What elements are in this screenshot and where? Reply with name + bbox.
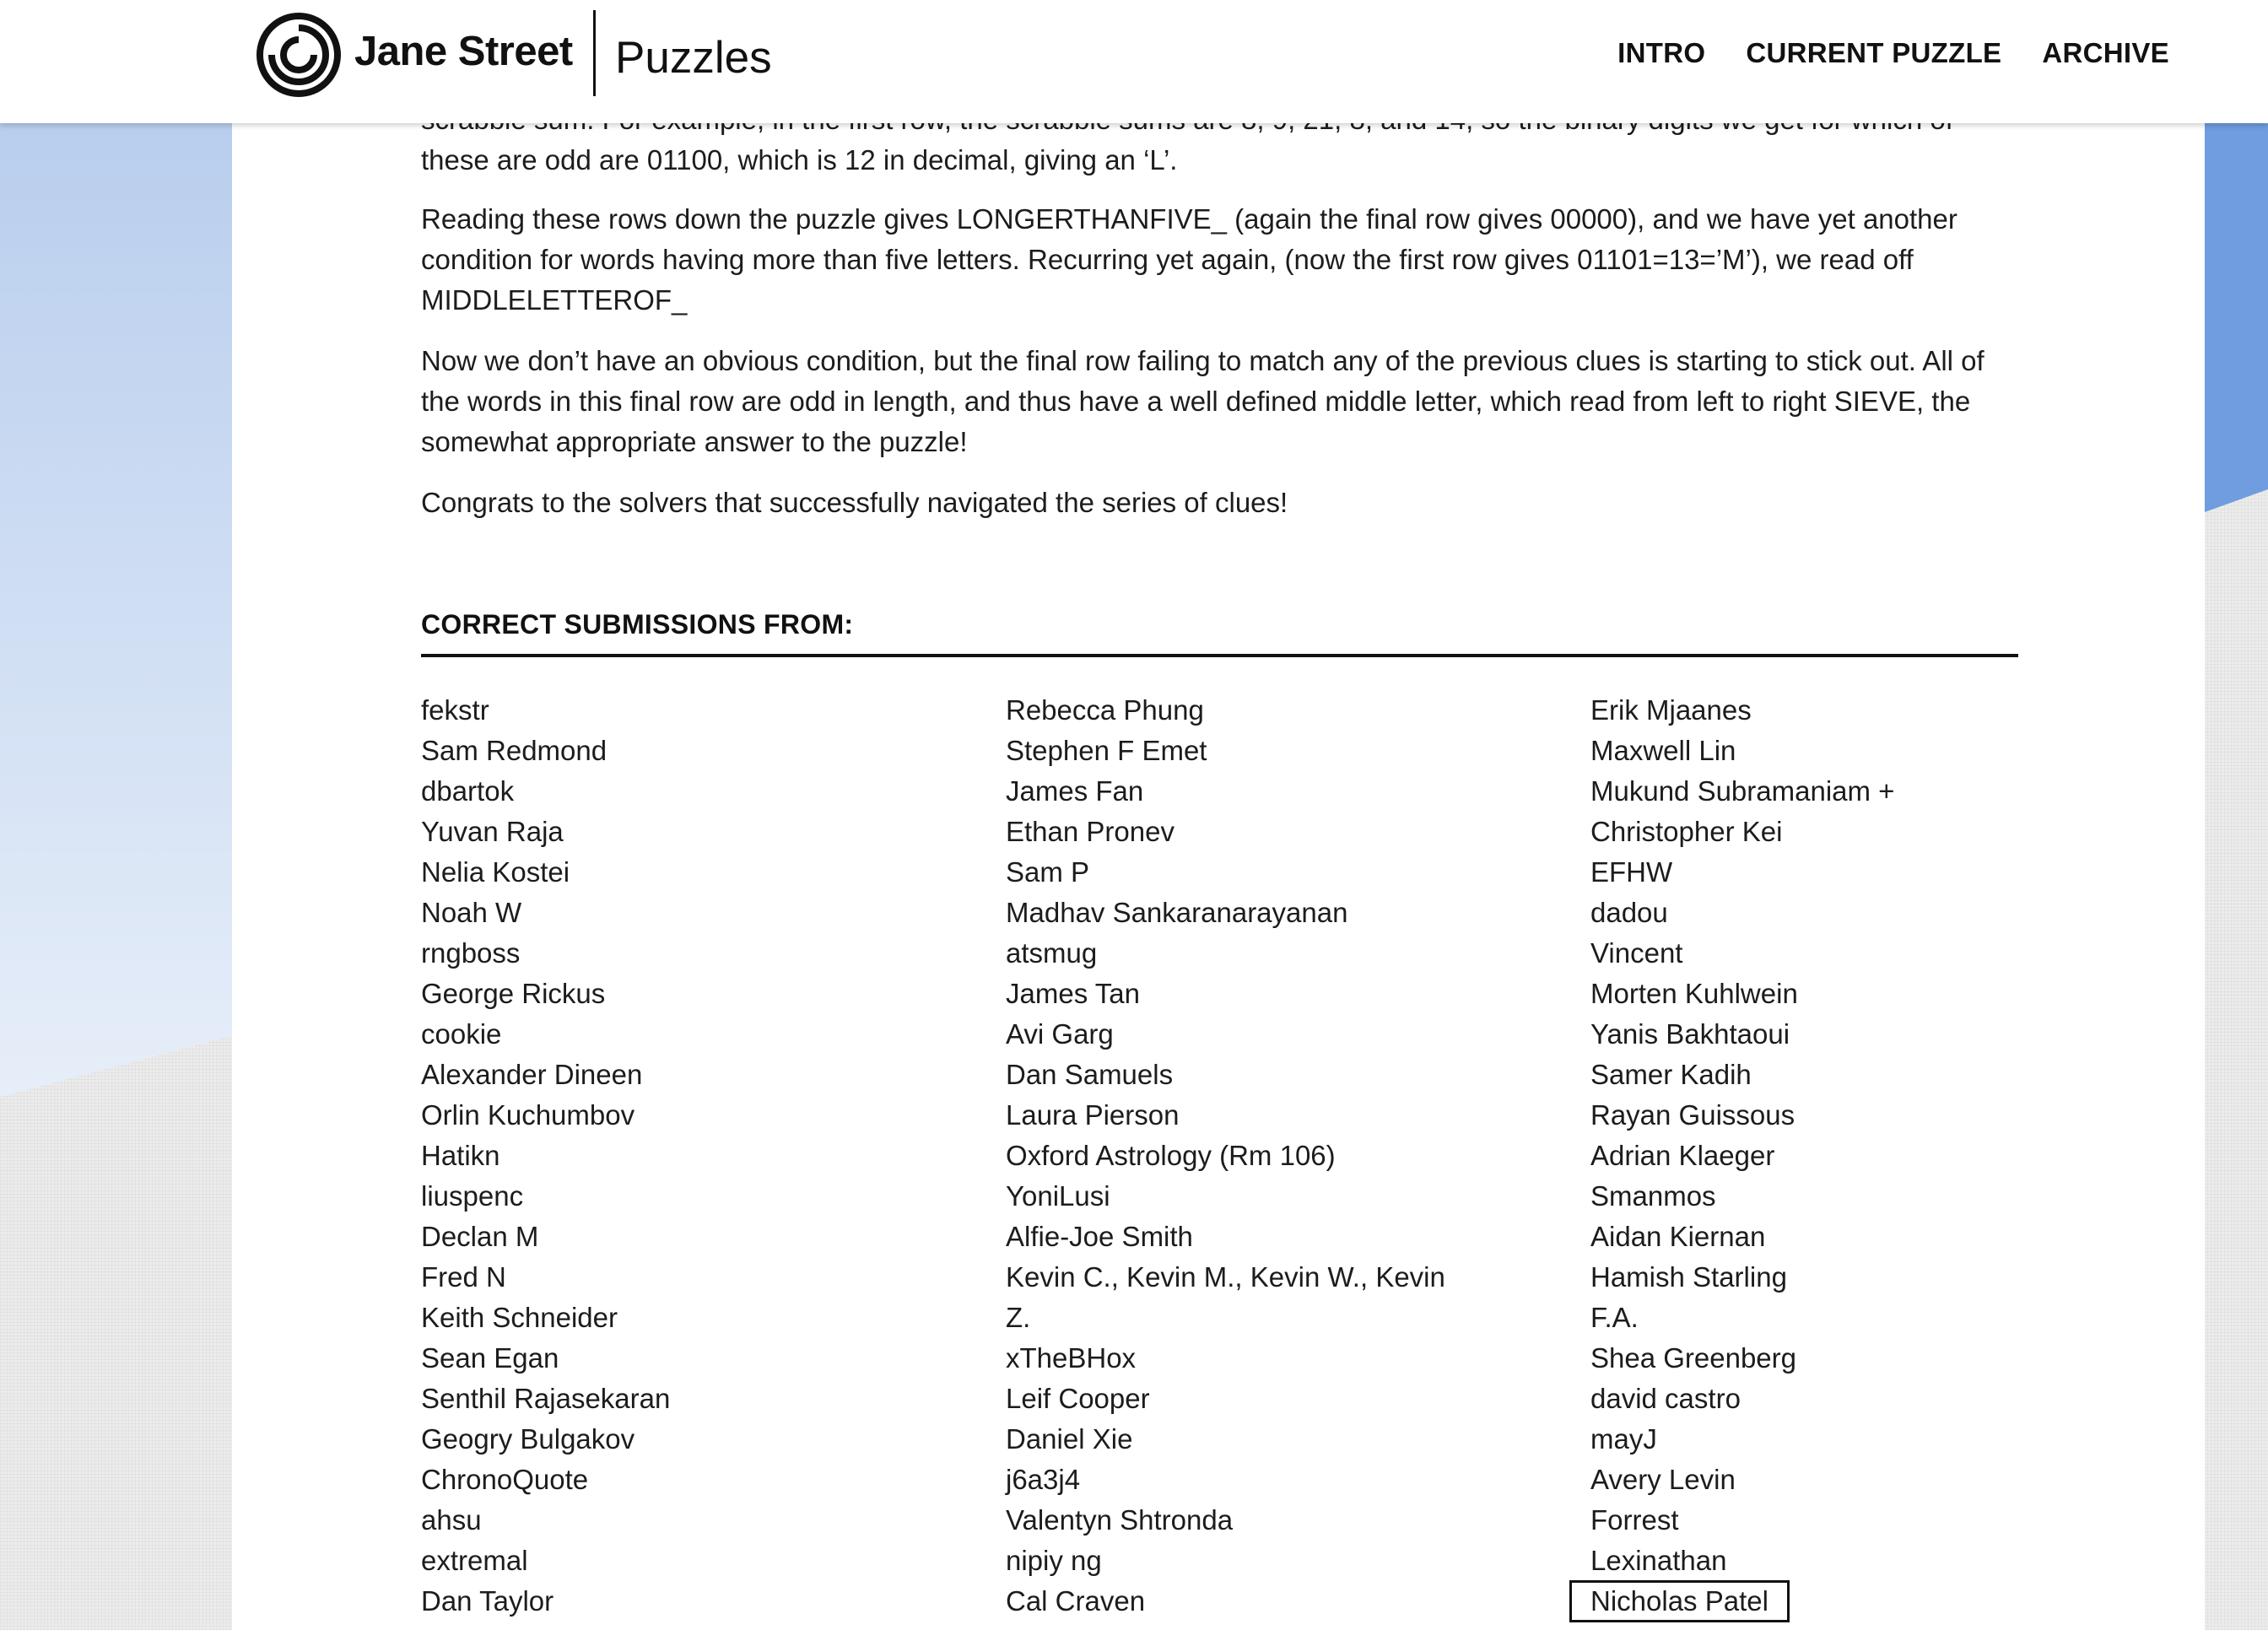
submission-name: YoniLusi bbox=[1006, 1180, 1110, 1212]
submission-name: xTheBHox bbox=[1006, 1342, 1137, 1374]
right-background-decoration bbox=[2205, 0, 2268, 512]
submission-name: Yuvan Raja bbox=[421, 816, 564, 847]
submission-name: Aidan Kiernan bbox=[1590, 1221, 1766, 1252]
submission-name: Avi Garg bbox=[1006, 1018, 1114, 1050]
submission-name: Laura Pierson bbox=[1006, 1099, 1180, 1131]
submission-name: Daniel Xie bbox=[1006, 1423, 1133, 1455]
submission-name: Senthil Rajasekaran bbox=[421, 1383, 671, 1414]
submission-name: Geogry Bulgakov bbox=[421, 1423, 635, 1455]
submission-name: Ethan Pronev bbox=[1006, 816, 1174, 847]
jane-street-logo-icon[interactable] bbox=[256, 13, 341, 97]
submission-name: j6a3j4 bbox=[1006, 1464, 1081, 1495]
submissions-column-3: Erik Mjaanes Maxwell Lin Mukund Subramania… bbox=[1569, 690, 2018, 1622]
submission-name: Maxwell Lin bbox=[1590, 735, 1736, 766]
submission-name: atsmug bbox=[1006, 937, 1098, 969]
submission-name: Forrest bbox=[1590, 1504, 1679, 1536]
submission-name: Hatikn bbox=[421, 1140, 500, 1171]
submission-name: extremal bbox=[421, 1545, 528, 1576]
brand-divider bbox=[593, 10, 596, 96]
submissions-list: fekstr Sam Redmond dbartok Yuvan Raja Nelia … bbox=[421, 690, 2018, 1622]
heading-divider bbox=[421, 654, 2018, 657]
submission-name: Lexinathan bbox=[1590, 1545, 1727, 1576]
submissions-heading: CORRECT SUBMISSIONS FROM: bbox=[421, 609, 854, 640]
submission-name: Dan Taylor bbox=[421, 1585, 554, 1617]
submissions-column-2: Rebecca Phung Stephen F Emet James Fan Etha… bbox=[1006, 690, 1590, 1622]
submission-name: Madhav Sankaranarayanan bbox=[1006, 897, 1348, 928]
submission-name: mayJ bbox=[1590, 1423, 1657, 1455]
submission-name: Erik Mjaanes bbox=[1590, 694, 1752, 726]
submission-name: Dan Samuels bbox=[1006, 1059, 1174, 1090]
nav-archive[interactable]: ARCHIVE bbox=[2042, 37, 2169, 69]
submission-name: Cal Craven bbox=[1006, 1585, 1146, 1617]
submission-name: Avery Levin bbox=[1590, 1464, 1736, 1495]
submission-name: Sam Redmond bbox=[421, 735, 608, 766]
submission-name: Alexander Dineen bbox=[421, 1059, 643, 1090]
submission-name: Morten Kuhlwein bbox=[1590, 978, 1798, 1009]
submission-name: Orlin Kuchumbov bbox=[421, 1099, 635, 1131]
submission-name: Noah W bbox=[421, 897, 522, 928]
nav-current-puzzle[interactable]: CURRENT PUZZLE bbox=[1746, 37, 2001, 69]
submission-name: david castro bbox=[1590, 1383, 1741, 1414]
submission-name: Smanmos bbox=[1590, 1180, 1716, 1212]
submission-name: cookie bbox=[421, 1018, 502, 1050]
submission-name: Rebecca Phung bbox=[1006, 694, 1204, 726]
content-card: scrabble sum. For example, in the first … bbox=[232, 0, 2205, 1630]
submission-name: Mukund Subramaniam + bbox=[1590, 775, 1895, 807]
submission-name: Fred N bbox=[421, 1261, 506, 1293]
nav-intro[interactable]: INTRO bbox=[1617, 37, 1705, 69]
section-name[interactable]: Puzzles bbox=[615, 32, 772, 84]
submission-name: dbartok bbox=[421, 775, 515, 807]
article-paragraph: Now we don’t have an obvious condition, … bbox=[421, 345, 1984, 457]
article-paragraph: Congrats to the solvers that successfull… bbox=[421, 487, 1288, 518]
submission-name: Leif Cooper bbox=[1006, 1383, 1150, 1414]
submission-name: F.A. bbox=[1590, 1302, 1639, 1333]
submission-name: liuspenc bbox=[421, 1180, 524, 1212]
submission-name: James Fan bbox=[1006, 775, 1144, 807]
submission-name: nipiy ng bbox=[1006, 1545, 1102, 1576]
submission-name: Kevin C., Kevin M., Kevin W., Kevin bbox=[1006, 1261, 1445, 1293]
submission-name: Rayan Guissous bbox=[1590, 1099, 1796, 1131]
main-nav: INTRO CURRENT PUZZLE ARCHIVE bbox=[1617, 37, 2169, 69]
site-header: Jane Street Puzzles INTRO CURRENT PUZZLE… bbox=[0, 0, 2268, 123]
submission-name: dadou bbox=[1590, 897, 1668, 928]
submission-name: Sam P bbox=[1006, 856, 1090, 888]
submission-name: James Tan bbox=[1006, 978, 1140, 1009]
submission-name: Adrian Klaeger bbox=[1590, 1140, 1775, 1171]
submission-name: fekstr bbox=[421, 694, 489, 726]
submission-name-highlighted: Nicholas Patel bbox=[1569, 1580, 1790, 1622]
submission-name: Oxford Astrology (Rm 106) bbox=[1006, 1140, 1336, 1171]
submission-name: ahsu bbox=[421, 1504, 482, 1536]
left-background-decoration bbox=[0, 0, 232, 1097]
submissions-column-1: fekstr Sam Redmond dbartok Yuvan Raja Nelia … bbox=[421, 690, 1006, 1622]
submission-name: Alfie-Joe Smith bbox=[1006, 1221, 1193, 1252]
submission-name: ChronoQuote bbox=[421, 1464, 589, 1495]
submission-name: Z. bbox=[1006, 1302, 1031, 1333]
submission-name: Nelia Kostei bbox=[421, 856, 570, 888]
submission-name: Valentyn Shtronda bbox=[1006, 1504, 1234, 1536]
submission-name: Christopher Kei bbox=[1590, 816, 1783, 847]
submission-name: Samer Kadih bbox=[1590, 1059, 1752, 1090]
submission-name: EFHW bbox=[1590, 856, 1673, 888]
submission-name: Vincent bbox=[1590, 937, 1683, 969]
submission-name: George Rickus bbox=[421, 978, 606, 1009]
article-paragraph: Reading these rows down the puzzle gives… bbox=[421, 203, 1958, 316]
submission-name: Keith Schneider bbox=[421, 1302, 618, 1333]
submission-name: Stephen F Emet bbox=[1006, 735, 1207, 766]
submission-name: Shea Greenberg bbox=[1590, 1342, 1797, 1374]
submission-name: Sean Egan bbox=[421, 1342, 559, 1374]
submission-name: rngboss bbox=[421, 937, 521, 969]
submission-name: Declan M bbox=[421, 1221, 539, 1252]
submission-name: Yanis Bakhtaoui bbox=[1590, 1018, 1790, 1050]
submission-name: Hamish Starling bbox=[1590, 1261, 1787, 1293]
brand-name[interactable]: Jane Street bbox=[354, 28, 573, 75]
